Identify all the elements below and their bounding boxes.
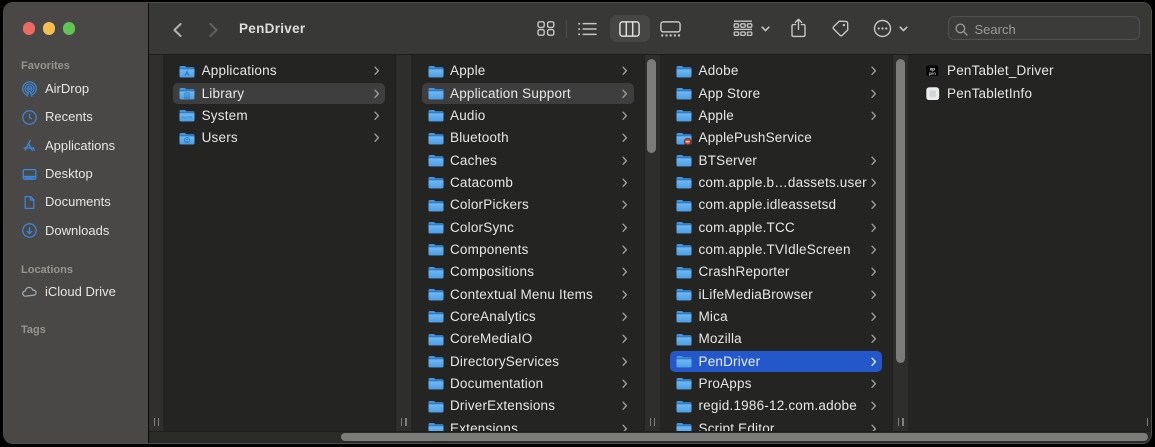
- svg-text:macOS: macOS: [182, 116, 193, 120]
- svg-text:pen: pen: [929, 71, 937, 76]
